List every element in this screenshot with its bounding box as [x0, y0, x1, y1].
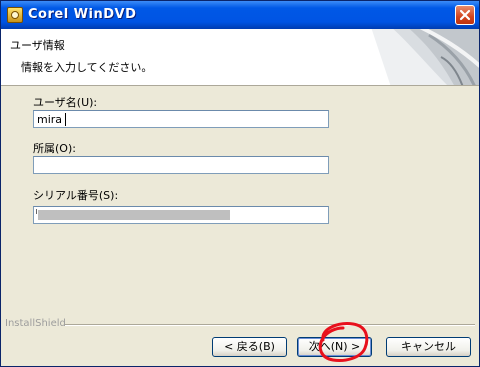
user-name-value: mira	[37, 113, 63, 126]
installer-app-icon	[7, 7, 23, 23]
organization-input[interactable]	[33, 156, 329, 174]
user-name-label: ユーザ名(U):	[33, 96, 98, 109]
cancel-button[interactable]: キャンセル	[386, 337, 471, 357]
title-bar[interactable]: Corel WinDVD	[1, 1, 479, 29]
red-circle-annotation	[318, 322, 369, 362]
serial-number-input[interactable]	[33, 206, 329, 224]
setup-window: Corel WinDVD ユーザ情報 情報を入力してください。 ユーザ名(U):…	[0, 0, 480, 367]
dialog-header: ユーザ情報 情報を入力してください。	[1, 29, 479, 86]
header-banner-graphic	[371, 29, 479, 85]
back-button[interactable]: < 戻る(B)	[212, 337, 287, 357]
text-caret	[65, 113, 66, 126]
serial-redaction-bar	[38, 210, 230, 220]
header-title: ユーザ情報	[10, 39, 65, 52]
user-name-input[interactable]: mira	[33, 110, 329, 128]
serial-text-fragment	[36, 209, 37, 214]
header-subtitle: 情報を入力してください。	[21, 61, 153, 74]
footer-separator	[65, 324, 475, 326]
organization-label: 所属(O):	[33, 142, 76, 155]
close-button[interactable]	[455, 5, 475, 25]
serial-number-label: シリアル番号(S):	[33, 189, 119, 202]
window-title: Corel WinDVD	[28, 7, 137, 22]
close-icon	[459, 9, 471, 21]
installshield-brand: InstallShield	[5, 318, 66, 329]
